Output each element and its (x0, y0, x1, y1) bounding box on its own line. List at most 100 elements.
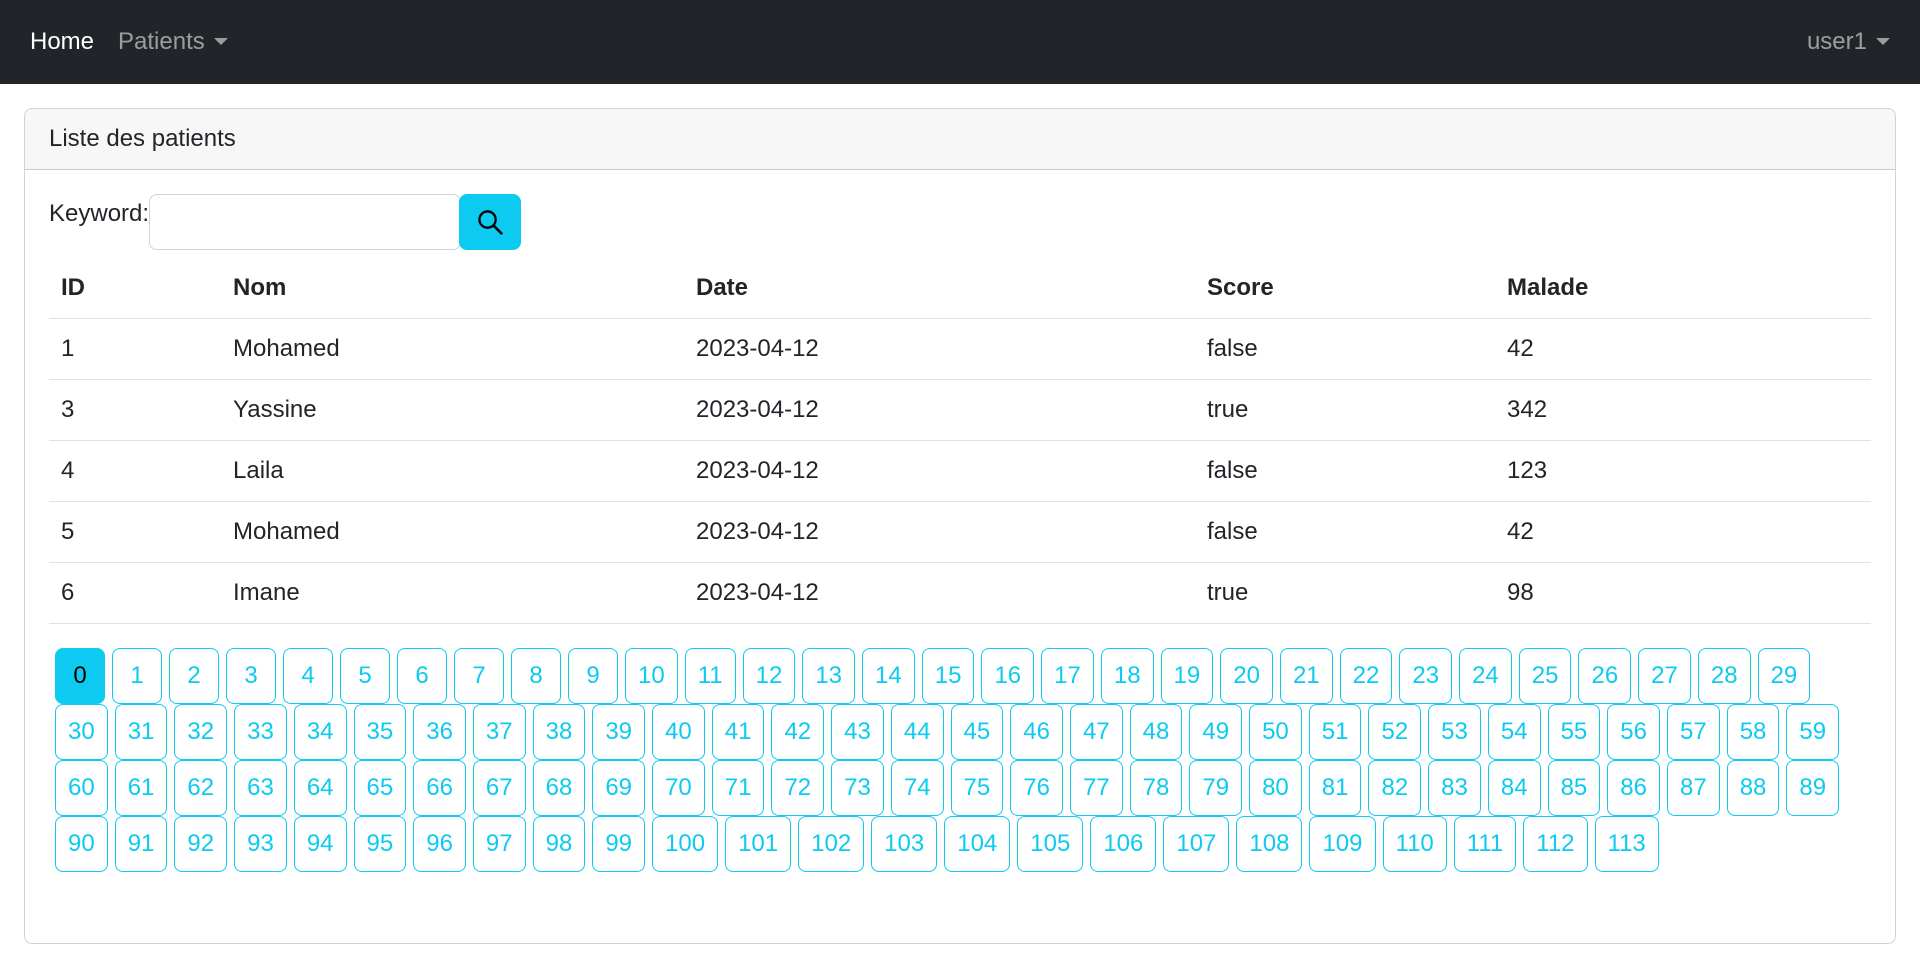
page-button[interactable]: 112 (1523, 816, 1588, 872)
page-button[interactable]: 97 (472, 816, 526, 872)
page-button[interactable]: 108 (1236, 816, 1303, 872)
page-button[interactable]: 101 (725, 816, 792, 872)
page-button[interactable]: 53 (1428, 704, 1481, 760)
page-button[interactable]: 78 (1129, 760, 1183, 816)
page-button[interactable]: 6 (397, 648, 447, 704)
page-button[interactable]: 88 (1726, 760, 1780, 816)
page-button[interactable]: 105 (1017, 816, 1084, 872)
page-button[interactable]: 48 (1129, 704, 1183, 760)
page-button[interactable]: 110 (1382, 816, 1447, 872)
page-button[interactable]: 25 (1518, 648, 1572, 704)
page-button[interactable]: 18 (1100, 648, 1154, 704)
page-button[interactable]: 32 (174, 704, 228, 760)
page-button[interactable]: 14 (862, 648, 915, 704)
page-button[interactable]: 51 (1308, 704, 1362, 760)
page-button[interactable]: 49 (1189, 704, 1243, 760)
page-button[interactable]: 76 (1010, 760, 1063, 816)
page-button[interactable]: 96 (413, 816, 466, 872)
page-button[interactable]: 85 (1547, 760, 1601, 816)
page-button[interactable]: 67 (472, 760, 526, 816)
page-button[interactable]: 82 (1368, 760, 1422, 816)
page-button[interactable]: 55 (1547, 704, 1601, 760)
page-button[interactable]: 103 (871, 816, 938, 872)
page-button[interactable]: 56 (1607, 704, 1660, 760)
page-button[interactable]: 79 (1189, 760, 1243, 816)
page-button[interactable]: 50 (1249, 704, 1302, 760)
page-button[interactable]: 95 (353, 816, 407, 872)
page-button[interactable]: 17 (1041, 648, 1094, 704)
page-button[interactable]: 100 (652, 816, 719, 872)
page-button[interactable]: 58 (1726, 704, 1780, 760)
page-button[interactable]: 42 (771, 704, 825, 760)
page-button[interactable]: 45 (950, 704, 1004, 760)
page-button[interactable]: 21 (1279, 648, 1333, 704)
page-button[interactable]: 86 (1607, 760, 1660, 816)
page-button[interactable]: 4 (283, 648, 333, 704)
page-button[interactable]: 94 (293, 816, 347, 872)
page-button[interactable]: 34 (293, 704, 347, 760)
page-button[interactable]: 111 (1453, 816, 1517, 872)
page-button[interactable]: 98 (532, 816, 586, 872)
search-button[interactable] (459, 194, 522, 250)
page-button[interactable]: 87 (1666, 760, 1720, 816)
page-button[interactable]: 90 (55, 816, 108, 872)
page-button[interactable]: 80 (1249, 760, 1302, 816)
page-button[interactable]: 43 (831, 704, 884, 760)
page-button[interactable]: 23 (1399, 648, 1453, 704)
page-button[interactable]: 106 (1090, 816, 1157, 872)
page-button[interactable]: 104 (944, 816, 1011, 872)
page-button[interactable]: 0 (55, 648, 105, 704)
page-button[interactable]: 30 (55, 704, 108, 760)
page-button[interactable]: 83 (1428, 760, 1481, 816)
page-button[interactable]: 13 (802, 648, 856, 704)
page-button[interactable]: 19 (1160, 648, 1214, 704)
page-button[interactable]: 72 (771, 760, 825, 816)
page-button[interactable]: 66 (413, 760, 466, 816)
page-button[interactable]: 89 (1786, 760, 1840, 816)
page-button[interactable]: 113 (1594, 816, 1659, 872)
page-button[interactable]: 65 (353, 760, 407, 816)
page-button[interactable]: 8 (511, 648, 561, 704)
page-button[interactable]: 73 (831, 760, 884, 816)
page-button[interactable]: 10 (625, 648, 678, 704)
page-button[interactable]: 16 (981, 648, 1035, 704)
page-button[interactable]: 107 (1163, 816, 1230, 872)
user-menu-dropdown[interactable]: user1 (1807, 28, 1890, 56)
page-button[interactable]: 15 (921, 648, 975, 704)
page-button[interactable]: 63 (234, 760, 287, 816)
nav-home-link[interactable]: Home (30, 28, 94, 56)
page-button[interactable]: 93 (234, 816, 287, 872)
page-button[interactable]: 36 (413, 704, 466, 760)
page-button[interactable]: 26 (1578, 648, 1632, 704)
page-button[interactable]: 57 (1666, 704, 1720, 760)
page-button[interactable]: 60 (55, 760, 108, 816)
page-button[interactable]: 77 (1069, 760, 1123, 816)
page-button[interactable]: 61 (114, 760, 168, 816)
page-button[interactable]: 5 (340, 648, 390, 704)
page-button[interactable]: 59 (1786, 704, 1840, 760)
page-button[interactable]: 44 (890, 704, 944, 760)
page-button[interactable]: 99 (592, 816, 646, 872)
page-button[interactable]: 27 (1638, 648, 1691, 704)
page-button[interactable]: 40 (652, 704, 705, 760)
keyword-input[interactable] (149, 194, 462, 250)
page-button[interactable]: 69 (592, 760, 646, 816)
page-button[interactable]: 35 (353, 704, 407, 760)
page-button[interactable]: 46 (1010, 704, 1063, 760)
page-button[interactable]: 84 (1487, 760, 1541, 816)
page-button[interactable]: 39 (592, 704, 646, 760)
page-button[interactable]: 47 (1069, 704, 1123, 760)
page-button[interactable]: 9 (568, 648, 618, 704)
page-button[interactable]: 71 (711, 760, 765, 816)
page-button[interactable]: 37 (472, 704, 526, 760)
page-button[interactable]: 54 (1487, 704, 1541, 760)
page-button[interactable]: 11 (684, 648, 736, 704)
page-button[interactable]: 24 (1459, 648, 1512, 704)
page-button[interactable]: 81 (1308, 760, 1362, 816)
page-button[interactable]: 74 (890, 760, 944, 816)
page-button[interactable]: 64 (293, 760, 347, 816)
page-button[interactable]: 92 (174, 816, 228, 872)
page-button[interactable]: 28 (1697, 648, 1751, 704)
page-button[interactable]: 7 (454, 648, 504, 704)
nav-patients-dropdown[interactable]: Patients (118, 28, 228, 56)
